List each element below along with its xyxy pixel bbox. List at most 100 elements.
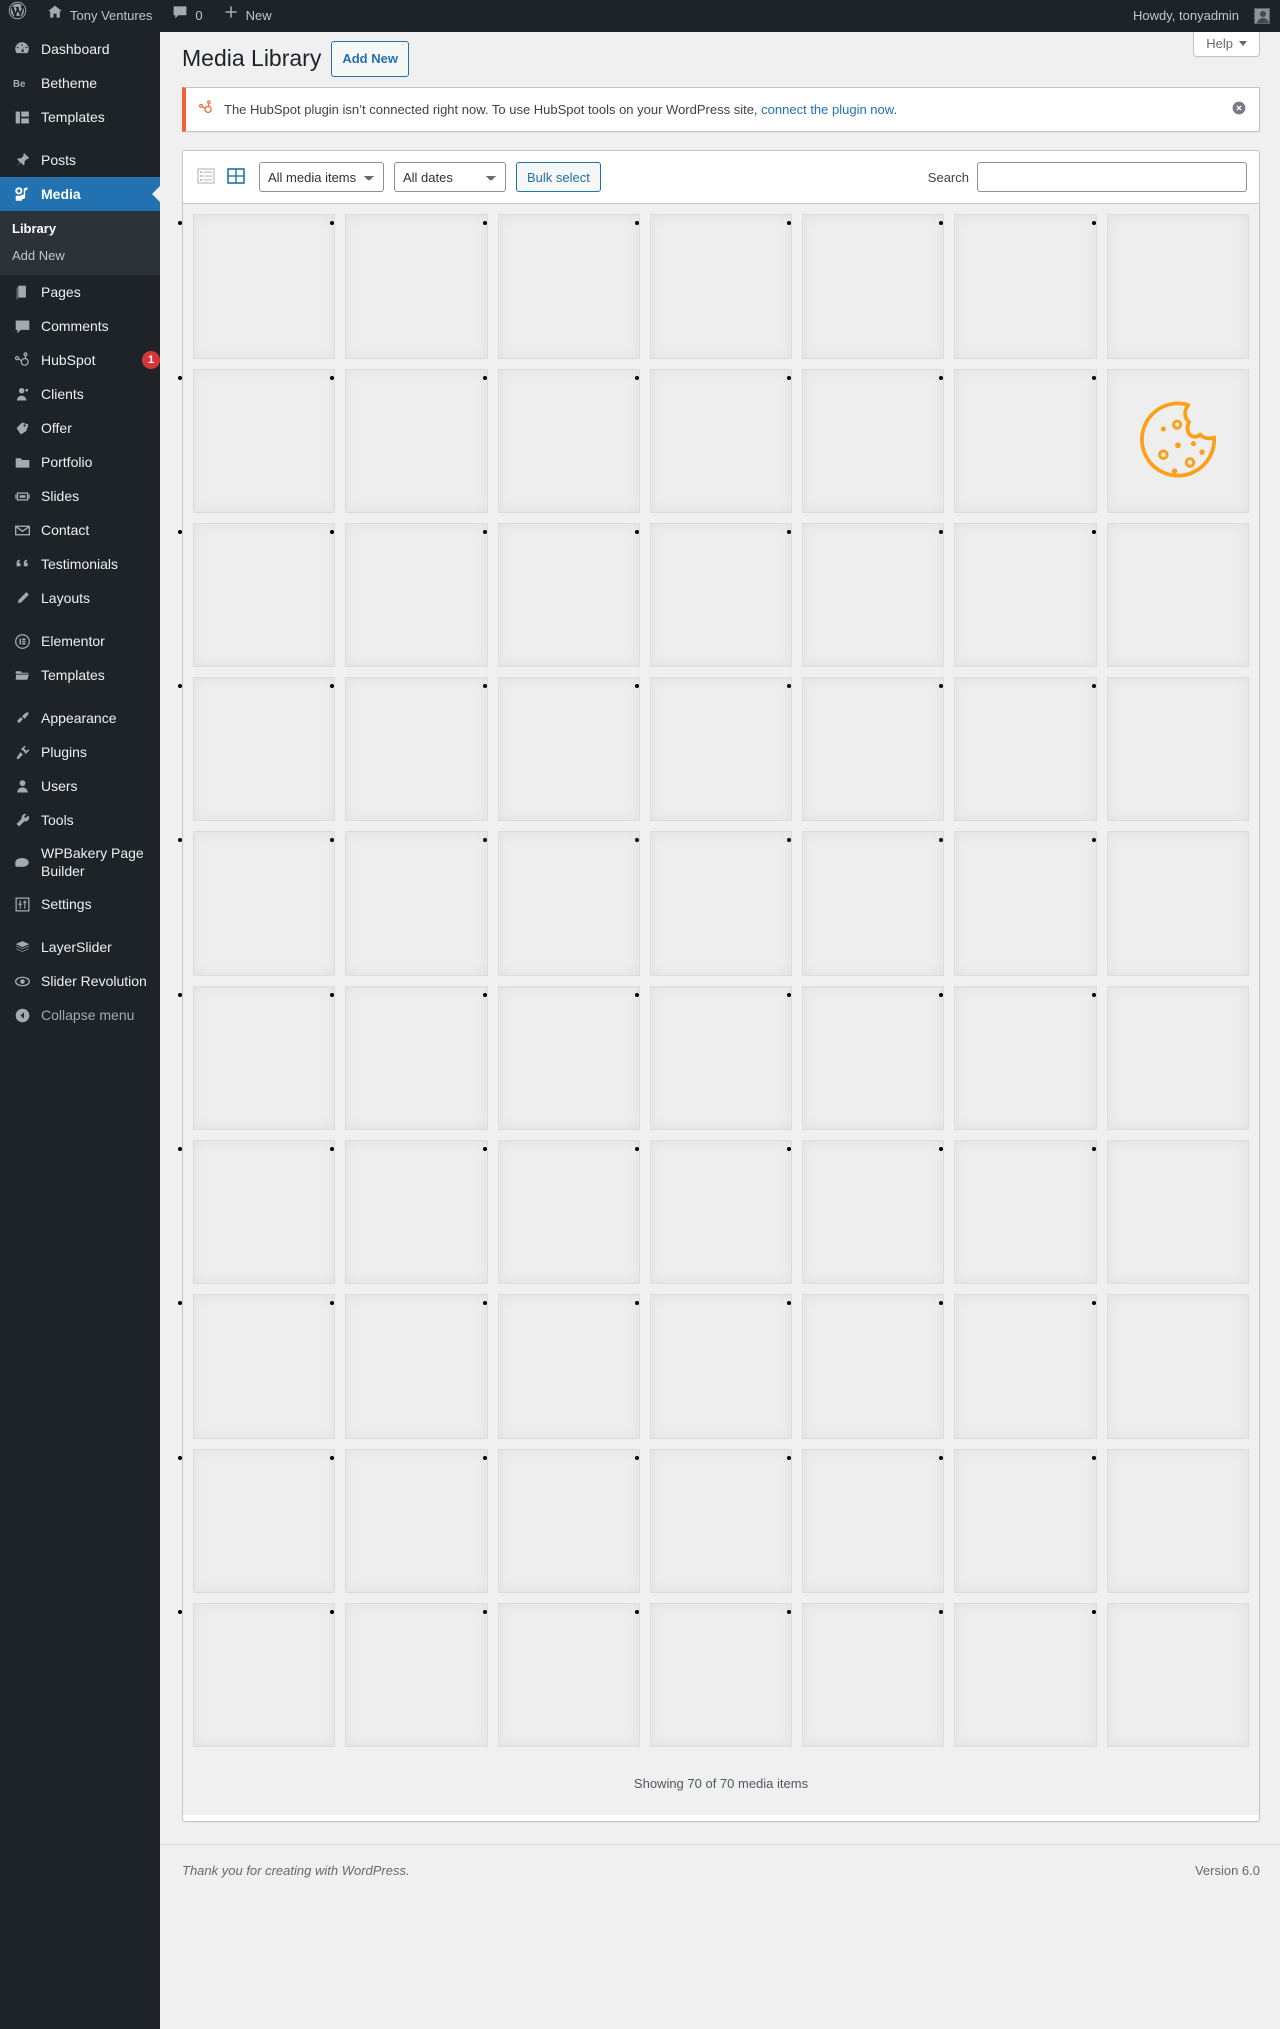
- attachment-item[interactable]: [802, 522, 945, 668]
- attachment-item[interactable]: [1106, 1140, 1249, 1285]
- attachment-item[interactable]: [497, 368, 640, 513]
- sidebar-item-layouts[interactable]: Layouts: [0, 581, 160, 615]
- add-new-button[interactable]: Add New: [331, 41, 409, 78]
- sidebar-item-dashboard[interactable]: Dashboard: [0, 32, 160, 66]
- bulk-select-button[interactable]: Bulk select: [516, 162, 601, 193]
- sidebar-item-posts[interactable]: Posts: [0, 143, 160, 177]
- sidebar-item-templates-betheme[interactable]: Templates: [0, 100, 160, 134]
- sidebar-item-users[interactable]: Users: [0, 769, 160, 803]
- attachment-item[interactable]: [193, 831, 336, 976]
- collapse-menu-button[interactable]: Collapse menu: [0, 998, 160, 1032]
- attachment-item[interactable]: [497, 677, 640, 822]
- attachment-item[interactable]: [954, 1448, 1097, 1593]
- attachment-item[interactable]: [345, 1448, 488, 1593]
- sidebar-item-elementor[interactable]: Elementor: [0, 624, 160, 658]
- attachment-item[interactable]: [649, 1294, 793, 1439]
- attachment-item[interactable]: [345, 522, 488, 668]
- sidebar-item-pages[interactable]: Pages: [0, 275, 160, 309]
- attachment-item[interactable]: [954, 1140, 1097, 1285]
- attachment-item[interactable]: [649, 214, 793, 359]
- attachment-item[interactable]: [497, 1140, 640, 1285]
- attachment-item[interactable]: [345, 1140, 488, 1285]
- attachment-item[interactable]: [345, 1294, 488, 1439]
- attachment-item[interactable]: [497, 831, 640, 976]
- media-type-filter[interactable]: All media itemsImagesAudioVideoDocuments…: [259, 162, 384, 193]
- attachment-item[interactable]: [954, 368, 1097, 513]
- list-view-button[interactable]: [195, 166, 217, 188]
- sidebar-item-offer[interactable]: Offer: [0, 411, 160, 445]
- attachment-item[interactable]: [649, 368, 793, 513]
- attachment-item[interactable]: [193, 1140, 336, 1285]
- attachment-item[interactable]: [345, 368, 488, 513]
- comments-menu[interactable]: 0: [162, 0, 212, 32]
- attachment-item[interactable]: [649, 1602, 793, 1748]
- attachment-item[interactable]: [345, 831, 488, 976]
- attachment-item[interactable]: [802, 368, 945, 513]
- attachment-item[interactable]: [193, 1294, 336, 1439]
- sidebar-item-templates-elementor[interactable]: Templates: [0, 658, 160, 692]
- sidebar-item-plugins[interactable]: Plugins: [0, 735, 160, 769]
- attachment-item[interactable]: [345, 677, 488, 822]
- attachment-item[interactable]: [649, 1140, 793, 1285]
- attachment-item[interactable]: [954, 831, 1097, 976]
- sidebar-item-wpbakery-page-builder[interactable]: WPBakery Page Builder: [0, 837, 160, 887]
- attachment-item[interactable]: [802, 677, 945, 822]
- attachment-item[interactable]: [193, 368, 336, 513]
- attachment-item[interactable]: [649, 831, 793, 976]
- attachment-item[interactable]: [954, 214, 1097, 359]
- sidebar-item-comments[interactable]: Comments: [0, 309, 160, 343]
- attachment-item[interactable]: [193, 522, 336, 668]
- attachment-item[interactable]: [954, 1602, 1097, 1748]
- attachment-item[interactable]: [345, 214, 488, 359]
- sidebar-item-tools[interactable]: Tools: [0, 803, 160, 837]
- attachment-item[interactable]: [1106, 214, 1249, 359]
- sidebar-item-slider-revolution[interactable]: Slider Revolution: [0, 964, 160, 998]
- attachment-item[interactable]: [954, 985, 1097, 1131]
- date-filter[interactable]: All dates: [394, 162, 506, 193]
- attachment-item[interactable]: [193, 214, 336, 359]
- attachment-item[interactable]: [193, 1602, 336, 1748]
- attachment-item[interactable]: [954, 522, 1097, 668]
- submenu-item-add-new[interactable]: Add New: [0, 242, 160, 269]
- attachment-item[interactable]: [1106, 522, 1249, 668]
- attachment-item[interactable]: [802, 1140, 945, 1285]
- attachment-item[interactable]: [954, 1294, 1097, 1439]
- attachment-item[interactable]: [345, 1602, 488, 1748]
- attachment-item[interactable]: [1106, 1602, 1249, 1748]
- site-name-menu[interactable]: Tony Ventures: [37, 0, 162, 32]
- attachment-item[interactable]: [649, 522, 793, 668]
- attachment-item[interactable]: [497, 1448, 640, 1593]
- attachment-item[interactable]: [802, 1448, 945, 1593]
- sidebar-item-media[interactable]: Media: [0, 177, 160, 211]
- sidebar-item-settings[interactable]: Settings: [0, 887, 160, 921]
- attachment-item[interactable]: [497, 1294, 640, 1439]
- attachment-item[interactable]: [802, 985, 945, 1131]
- attachment-item[interactable]: [497, 985, 640, 1131]
- sidebar-item-testimonials[interactable]: Testimonials: [0, 547, 160, 581]
- sidebar-item-contact[interactable]: Contact: [0, 513, 160, 547]
- help-tab-button[interactable]: Help: [1193, 32, 1260, 57]
- attachment-item[interactable]: [1106, 368, 1249, 513]
- sidebar-item-slides[interactable]: Slides: [0, 479, 160, 513]
- attachment-item[interactable]: [954, 677, 1097, 822]
- sidebar-item-appearance[interactable]: Appearance: [0, 701, 160, 735]
- attachment-item[interactable]: [345, 985, 488, 1131]
- attachment-item[interactable]: [1106, 1448, 1249, 1593]
- sidebar-item-betheme[interactable]: Be Betheme: [0, 66, 160, 100]
- sidebar-item-clients[interactable]: Clients: [0, 377, 160, 411]
- attachment-item[interactable]: [1106, 1294, 1249, 1439]
- attachment-item[interactable]: [193, 677, 336, 822]
- attachment-item[interactable]: [649, 1448, 793, 1593]
- sidebar-item-portfolio[interactable]: Portfolio: [0, 445, 160, 479]
- attachment-item[interactable]: [497, 1602, 640, 1748]
- attachment-item[interactable]: [1106, 985, 1249, 1131]
- submenu-item-library[interactable]: Library: [0, 215, 160, 242]
- attachment-item[interactable]: [802, 831, 945, 976]
- connect-plugin-link[interactable]: connect the plugin now: [761, 102, 893, 117]
- my-account-menu[interactable]: Howdy, tonyadmin: [1125, 0, 1280, 32]
- attachment-item[interactable]: [193, 985, 336, 1131]
- new-content-menu[interactable]: New: [213, 0, 282, 32]
- attachment-item[interactable]: [497, 522, 640, 668]
- sidebar-item-layerslider[interactable]: LayerSlider: [0, 930, 160, 964]
- wordpress-link[interactable]: WordPress: [342, 1863, 406, 1878]
